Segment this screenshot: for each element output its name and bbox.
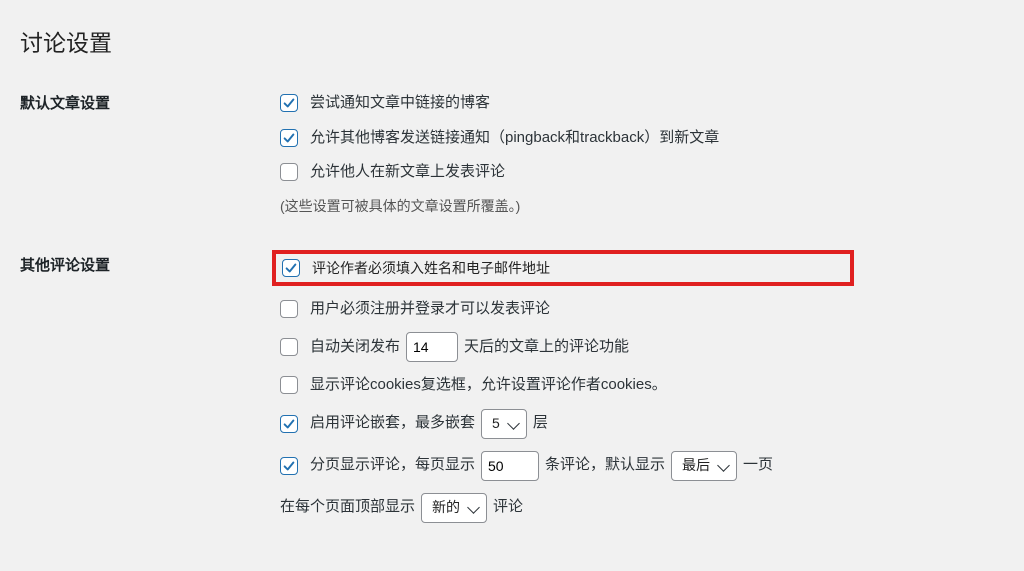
label-nested-suffix: 层 [533,412,548,435]
highlight-require-name-email: 评论作者必须填入姓名和电子邮件地址 [272,250,854,286]
section-heading-default: 默认文章设置 [20,82,280,226]
select-top-order[interactable]: 新的 [421,493,487,523]
label-allow-comments: 允许他人在新文章上发表评论 [310,161,505,184]
checkbox-require-name-email[interactable] [282,259,300,277]
settings-table: 默认文章设置 尝试通知文章中链接的博客 允许其他博客发送链接通知（pingbac… [20,82,1004,541]
checkbox-notify-linked[interactable] [280,94,298,112]
checkbox-must-register[interactable] [280,300,298,318]
label-paginate-prefix: 分页显示评论，每页显示 [310,454,475,477]
label-nested-prefix: 启用评论嵌套，最多嵌套 [310,412,475,435]
label-auto-close-prefix: 自动关闭发布 [310,336,400,359]
select-paginate-page[interactable]: 最后 [671,451,737,481]
select-nested-levels[interactable]: 5 [481,409,527,439]
input-paginate-perpage[interactable] [481,451,539,481]
label-paginate-suffix: 一页 [743,454,773,477]
label-must-register: 用户必须注册并登录才可以发表评论 [310,298,550,321]
opt-paginate[interactable]: 分页显示评论，每页显示 条评论，默认显示 最后 一页 [280,451,1004,481]
label-auto-close-suffix: 天后的文章上的评论功能 [464,336,629,359]
checkbox-allow-comments[interactable] [280,163,298,181]
select-paginate-value: 最后 [682,455,710,476]
checkbox-auto-close[interactable] [280,338,298,356]
opt-nested[interactable]: 启用评论嵌套，最多嵌套 5 层 [280,409,1004,439]
checkbox-paginate[interactable] [280,457,298,475]
checkbox-allow-pingback[interactable] [280,129,298,147]
label-notify-linked: 尝试通知文章中链接的博客 [310,92,490,115]
checkbox-show-cookies[interactable] [280,376,298,394]
label-allow-pingback: 允许其他博客发送链接通知（pingback和trackback）到新文章 [310,127,719,150]
page-title: 讨论设置 [20,24,1004,58]
section-heading-other: 其他评论设置 [20,244,280,541]
label-top-prefix: 在每个页面顶部显示 [280,496,415,519]
checkbox-nested[interactable] [280,415,298,433]
opt-auto-close[interactable]: 自动关闭发布 天后的文章上的评论功能 [280,332,1004,362]
input-auto-close-days[interactable] [406,332,458,362]
select-top-value: 新的 [432,497,460,518]
label-require-name-email: 评论作者必须填入姓名和电子邮件地址 [312,258,550,278]
label-top-suffix: 评论 [493,496,523,519]
opt-top-display: 在每个页面顶部显示 新的 评论 [280,493,1004,523]
opt-notify-linked[interactable]: 尝试通知文章中链接的博客 [280,92,1004,115]
select-nested-value: 5 [492,413,500,434]
default-settings-note: (这些设置可被具体的文章设置所覆盖。) [280,196,1004,216]
opt-allow-comments[interactable]: 允许他人在新文章上发表评论 [280,161,1004,184]
label-show-cookies: 显示评论cookies复选框，允许设置评论作者cookies。 [310,374,667,397]
opt-allow-pingback[interactable]: 允许其他博客发送链接通知（pingback和trackback）到新文章 [280,127,1004,150]
opt-show-cookies[interactable]: 显示评论cookies复选框，允许设置评论作者cookies。 [280,374,1004,397]
label-paginate-mid: 条评论，默认显示 [545,454,665,477]
opt-must-register[interactable]: 用户必须注册并登录才可以发表评论 [280,298,1004,321]
